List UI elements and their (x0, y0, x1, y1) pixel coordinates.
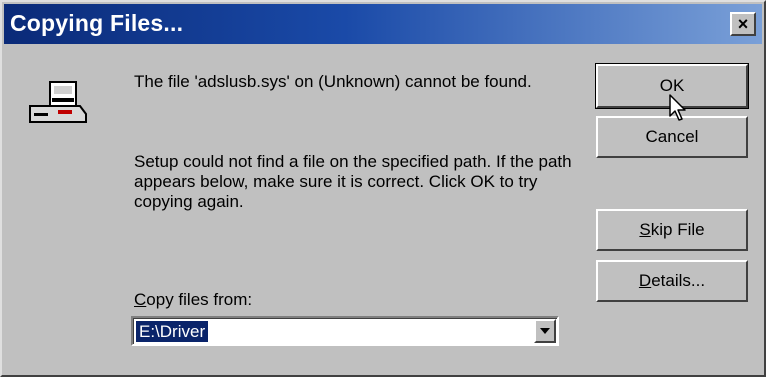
cancel-button[interactable]: Cancel (596, 116, 748, 158)
instruction-message: Setup could not find a file on the speci… (134, 152, 572, 211)
copying-files-dialog: Copying Files... × The file 'adslusb.sys… (0, 0, 766, 377)
copy-files-from-label: Copy files from: (134, 290, 252, 310)
path-value[interactable]: E:\Driver (136, 321, 209, 342)
cancel-button-label: Cancel (645, 127, 699, 146)
close-button[interactable]: × (730, 12, 756, 36)
details-accelerator: D (638, 271, 652, 290)
close-icon: × (737, 14, 749, 34)
copy-from-accelerator: C (134, 290, 147, 309)
error-message: The file 'adslusb.sys' on (Unknown) cann… (134, 72, 532, 91)
ok-button-label: OK (659, 76, 685, 95)
title-bar[interactable]: Copying Files... × (4, 4, 762, 44)
copy-from-path-combobox[interactable]: E:\Driver (131, 316, 559, 346)
skip-file-button[interactable]: Skip File (596, 209, 748, 251)
copy-from-label-text: opy files from: (146, 290, 253, 309)
details-button-label: etails... (651, 271, 706, 290)
dropdown-button[interactable] (534, 319, 556, 343)
dialog-title: Copying Files... (10, 10, 184, 36)
disk-drive-icon (29, 81, 87, 123)
mouse-pointer-icon (669, 94, 686, 121)
chevron-down-icon (540, 328, 550, 334)
skip-accelerator: S (639, 220, 651, 239)
skip-button-label: kip File (650, 220, 705, 239)
details-button[interactable]: Details... (596, 260, 748, 302)
